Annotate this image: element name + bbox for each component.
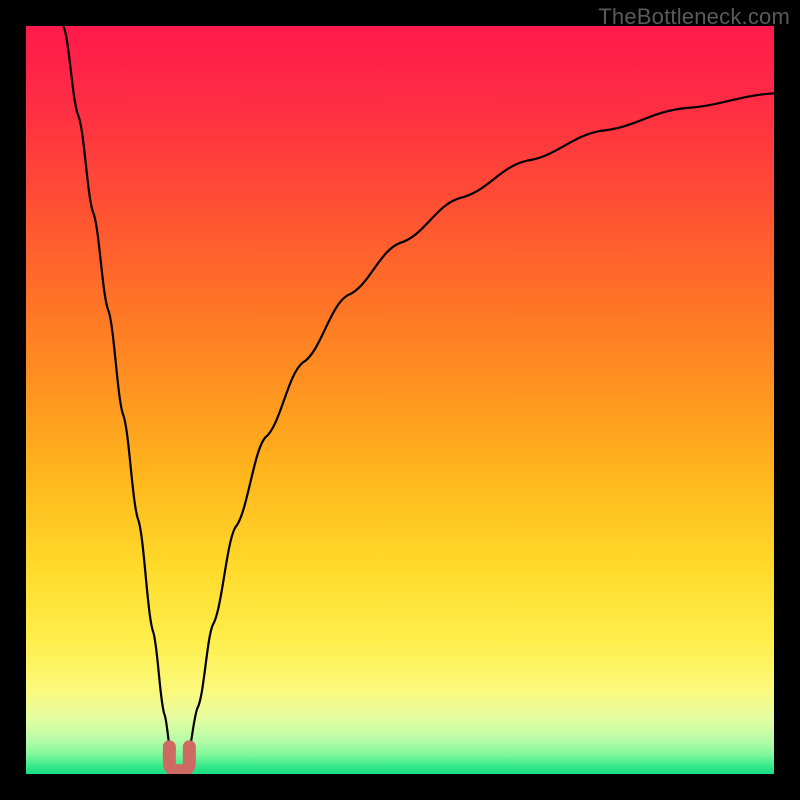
curve-left-branch <box>63 26 171 759</box>
chart-curve <box>26 26 774 774</box>
plot-area <box>26 26 774 774</box>
curve-right-branch <box>187 93 774 759</box>
outer-frame: TheBottleneck.com <box>0 0 800 800</box>
watermark-text: TheBottleneck.com <box>598 4 790 30</box>
minimum-u-marker <box>169 747 189 771</box>
